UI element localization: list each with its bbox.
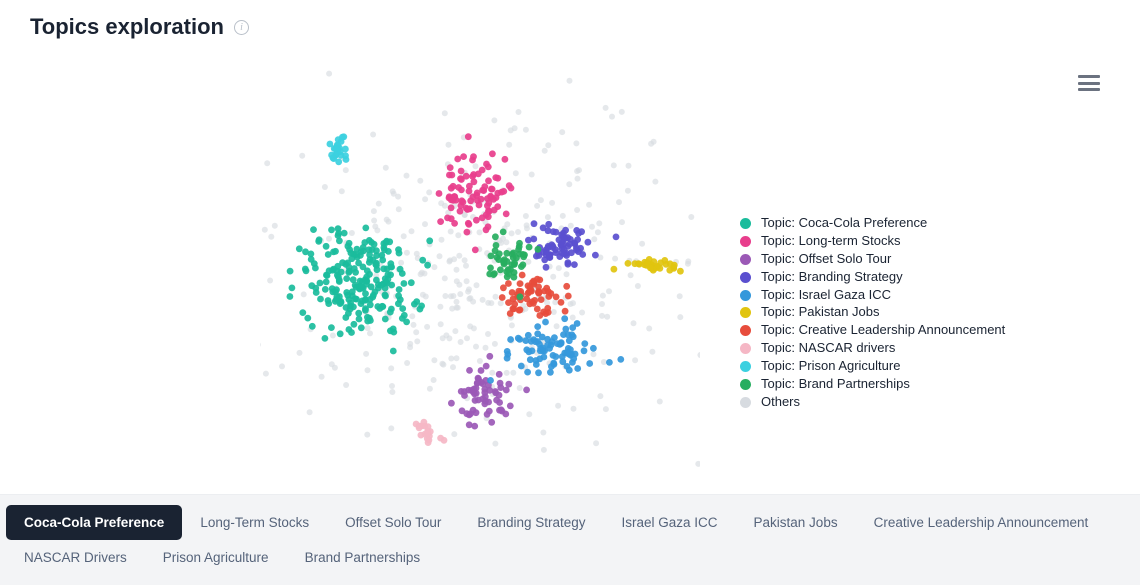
page-title: Topics exploration [30,14,224,40]
legend-item-long_term_stocks[interactable]: Topic: Long-term Stocks [740,233,1005,250]
legend-label: Topic: Pakistan Jobs [761,304,880,321]
chart-menu-icon[interactable] [1078,75,1100,91]
cluster-others[interactable] [260,71,700,467]
cluster-coca_cola_preference[interactable] [287,225,434,355]
legend-label: Topic: Offset Solo Tour [761,251,891,268]
tab-prison-agriculture[interactable]: Prison Agriculture [145,540,287,575]
tab-creative-leadership-announcement[interactable]: Creative Leadership Announcement [856,505,1107,540]
legend-label: Topic: Long-term Stocks [761,233,900,250]
legend-swatch [740,254,751,265]
legend-label: Topic: Brand Partnerships [761,376,910,393]
legend-swatch [740,397,751,408]
legend-item-branding_strategy[interactable]: Topic: Branding Strategy [740,269,1005,286]
tab-long-term-stocks[interactable]: Long-Term Stocks [182,505,327,540]
legend-item-others[interactable]: Others [740,394,1005,411]
cluster-long_term_stocks[interactable] [436,133,515,253]
legend-label: Topic: Branding Strategy [761,269,903,286]
legend-swatch [740,290,751,301]
legend-label: Topic: Coca-Cola Preference [761,215,927,232]
legend-label: Others [761,394,800,411]
legend-swatch [740,325,751,336]
legend-item-prison_agriculture[interactable]: Topic: Prison Agriculture [740,358,1005,375]
legend-label: Topic: Israel Gaza ICC [761,287,891,304]
legend-label: Topic: Prison Agriculture [761,358,900,375]
topic-tabs-container: Coca-Cola PreferenceLong-Term StocksOffs… [0,494,1140,585]
tab-branding-strategy[interactable]: Branding Strategy [459,505,603,540]
legend-label: Topic: NASCAR drivers [761,340,895,357]
legend-swatch [740,272,751,283]
cluster-prison_agriculture[interactable] [327,133,350,165]
cluster-pakistan_jobs[interactable] [611,256,684,275]
legend-label: Topic: Creative Leadership Announcement [761,322,1005,339]
legend-swatch [740,218,751,229]
chart-area: Topic: Coca-Cola PreferenceTopic: Long-t… [0,40,1140,494]
page-header: Topics exploration i [0,0,1140,40]
tab-pakistan-jobs[interactable]: Pakistan Jobs [736,505,856,540]
topic-tabs: Coca-Cola PreferenceLong-Term StocksOffs… [6,505,1134,575]
topics-scatter-plot[interactable] [260,70,700,470]
chart-legend: Topic: Coca-Cola PreferenceTopic: Long-t… [740,215,1005,412]
tab-coca-cola-preference[interactable]: Coca-Cola Preference [6,505,182,540]
legend-swatch [740,343,751,354]
legend-swatch [740,361,751,372]
info-icon[interactable]: i [234,20,249,35]
legend-item-israel_gaza_icc[interactable]: Topic: Israel Gaza ICC [740,287,1005,304]
cluster-nascar_drivers[interactable] [413,419,448,446]
legend-item-pakistan_jobs[interactable]: Topic: Pakistan Jobs [740,304,1005,321]
legend-item-brand_partnerships[interactable]: Topic: Brand Partnerships [740,376,1005,393]
tab-offset-solo-tour[interactable]: Offset Solo Tour [327,505,459,540]
tab-nascar-drivers[interactable]: NASCAR Drivers [6,540,145,575]
tab-brand-partnerships[interactable]: Brand Partnerships [287,540,439,575]
tab-israel-gaza-icc[interactable]: Israel Gaza ICC [604,505,736,540]
legend-swatch [740,307,751,318]
legend-swatch [740,236,751,247]
legend-item-nascar_drivers[interactable]: Topic: NASCAR drivers [740,340,1005,357]
legend-item-coca_cola_preference[interactable]: Topic: Coca-Cola Preference [740,215,1005,232]
legend-swatch [740,379,751,390]
legend-item-offset_solo_tour[interactable]: Topic: Offset Solo Tour [740,251,1005,268]
legend-item-creative_leadership_announcement[interactable]: Topic: Creative Leadership Announcement [740,322,1005,339]
